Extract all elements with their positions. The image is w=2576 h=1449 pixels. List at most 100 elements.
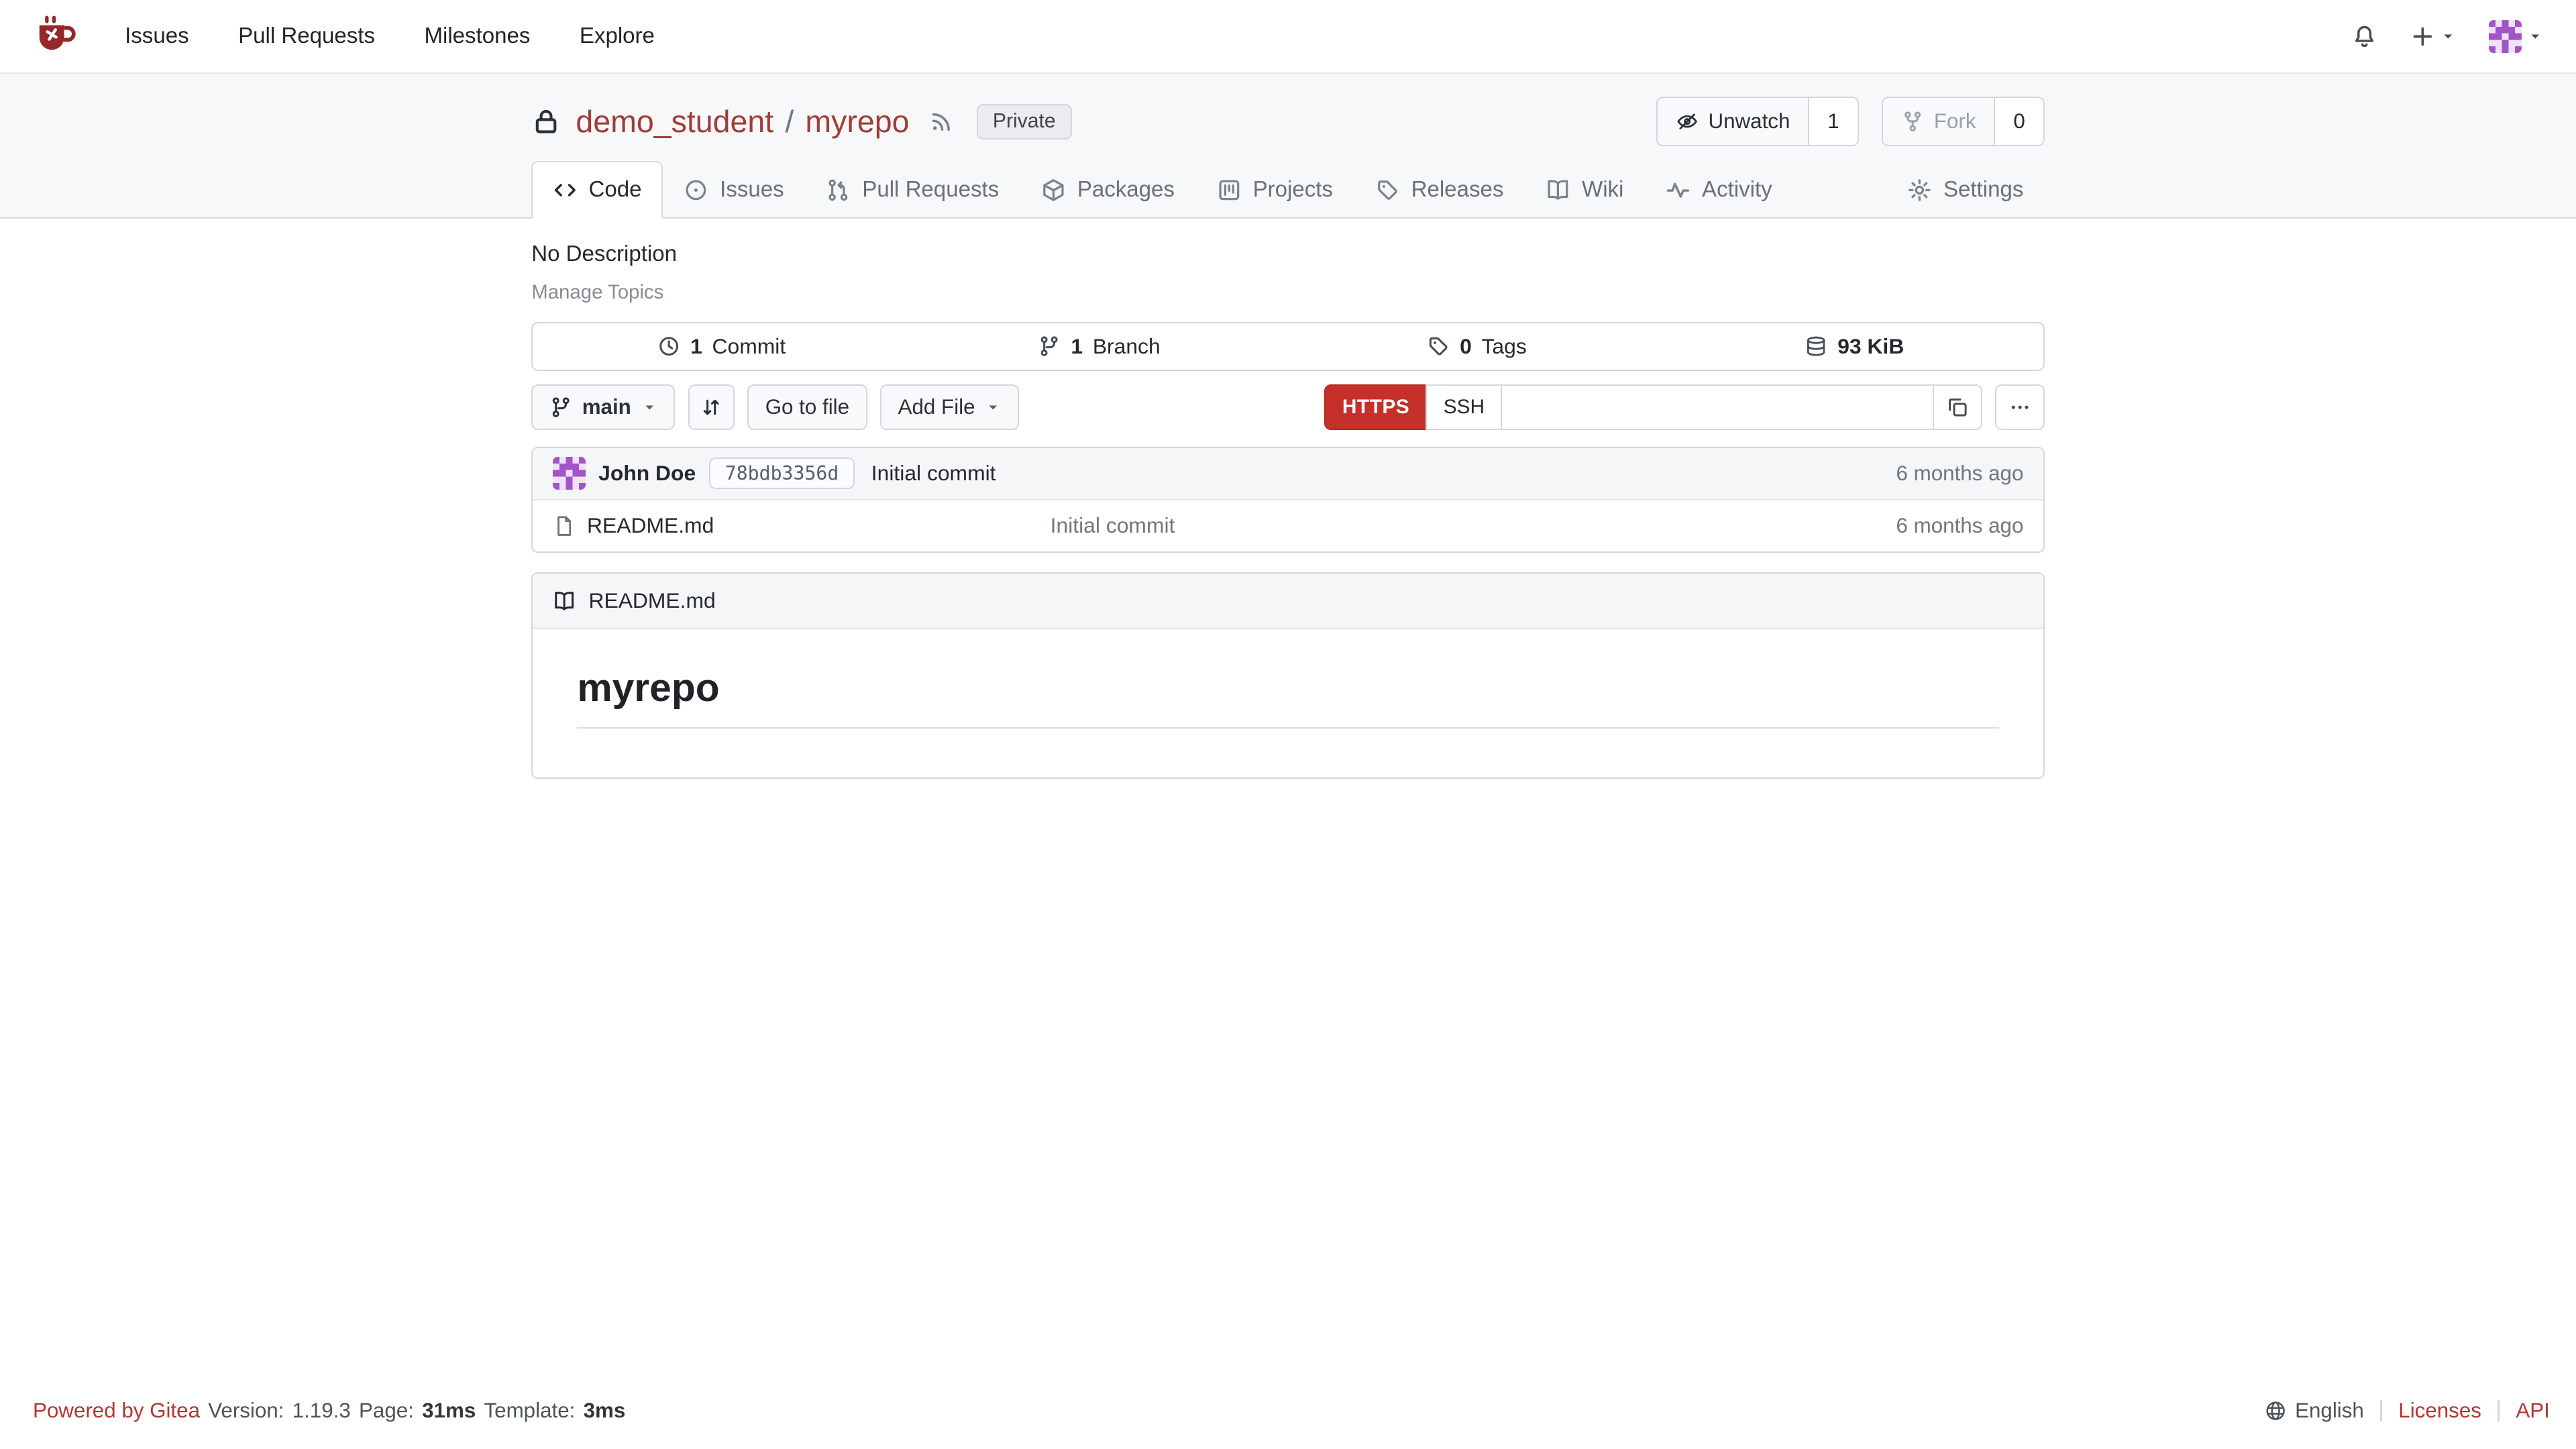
ssh-clone-button[interactable]: SSH bbox=[1426, 384, 1503, 431]
version-label: Version: bbox=[208, 1398, 284, 1422]
project-icon bbox=[1217, 178, 1242, 203]
rss-feed-icon[interactable] bbox=[929, 109, 954, 134]
manage-topics-link[interactable]: Manage Topics bbox=[531, 281, 663, 304]
forks-count[interactable]: 0 bbox=[1995, 97, 2045, 146]
unwatch-label: Unwatch bbox=[1708, 109, 1790, 133]
add-file-button[interactable]: Add File bbox=[880, 384, 1020, 431]
tab-pull-requests[interactable]: Pull Requests bbox=[805, 161, 1020, 219]
nav-pull-requests[interactable]: Pull Requests bbox=[213, 0, 399, 73]
repo-title: demo_student / myrepo bbox=[576, 103, 909, 140]
gitea-logo-icon[interactable] bbox=[33, 13, 80, 60]
package-icon bbox=[1041, 178, 1066, 203]
tags-stat[interactable]: 0 Tags bbox=[1288, 323, 1666, 370]
repo-actions: Unwatch 1 Fork 0 bbox=[1656, 97, 2045, 146]
compare-branches-button[interactable] bbox=[688, 384, 735, 431]
database-icon bbox=[1805, 335, 1827, 358]
readme-body: myrepo bbox=[533, 629, 2043, 778]
https-clone-button[interactable]: HTTPS bbox=[1324, 384, 1428, 431]
repo-header: demo_student / myrepo Private Unwatch 1 bbox=[0, 74, 2576, 219]
readme-filename: README.md bbox=[588, 588, 716, 613]
divider bbox=[2498, 1399, 2500, 1421]
watchers-count[interactable]: 1 bbox=[1809, 97, 1859, 146]
clone-url-input[interactable] bbox=[1501, 384, 1935, 431]
bell-icon bbox=[2351, 23, 2377, 50]
book-icon bbox=[1546, 178, 1570, 203]
nav-milestones[interactable]: Milestones bbox=[400, 0, 555, 73]
version-value: 1.19.3 bbox=[292, 1398, 351, 1422]
issue-opened-icon bbox=[684, 178, 708, 203]
commits-stat[interactable]: 1 Commit bbox=[533, 323, 910, 370]
user-menu[interactable] bbox=[2489, 20, 2543, 53]
language-selector[interactable]: English bbox=[2264, 1399, 2364, 1423]
readme-header: README.md bbox=[533, 574, 2043, 630]
more-operations-button[interactable] bbox=[1995, 384, 2045, 431]
copy-url-button[interactable] bbox=[1933, 384, 1982, 431]
commit-author-name[interactable]: John Doe bbox=[598, 461, 696, 486]
caret-down-icon bbox=[2440, 28, 2456, 44]
licenses-link[interactable]: Licenses bbox=[2398, 1399, 2481, 1423]
caret-down-icon bbox=[2527, 28, 2543, 44]
tag-icon bbox=[1375, 178, 1400, 203]
watch-group: Unwatch 1 bbox=[1656, 97, 1859, 146]
gear-icon bbox=[1907, 178, 1932, 203]
divider bbox=[2380, 1399, 2382, 1421]
caret-down-icon bbox=[985, 399, 1001, 415]
commit-message-link[interactable]: Initial commit bbox=[871, 461, 996, 486]
api-link[interactable]: API bbox=[2516, 1399, 2550, 1423]
repo-description: No Description bbox=[531, 241, 677, 267]
file-row: README.md Initial commit 6 months ago bbox=[533, 500, 2043, 551]
repo-size-stat: 93 KiB bbox=[1666, 323, 2043, 370]
latest-commit-row: John Doe 78bdb3356d Initial commit 6 mon… bbox=[533, 447, 2043, 500]
repo-name-link[interactable]: myrepo bbox=[805, 103, 909, 140]
template-time-value: 3ms bbox=[583, 1398, 626, 1422]
tab-code[interactable]: Code bbox=[531, 160, 663, 219]
unwatch-button[interactable]: Unwatch bbox=[1656, 97, 1810, 146]
commit-time: 6 months ago bbox=[1896, 461, 2024, 485]
repo-owner-link[interactable]: demo_student bbox=[576, 103, 773, 140]
file-list-panel: John Doe 78bdb3356d Initial commit 6 mon… bbox=[531, 446, 2045, 553]
readme-heading: myrepo bbox=[577, 665, 1999, 729]
tab-projects[interactable]: Projects bbox=[1195, 161, 1354, 219]
private-badge: Private bbox=[976, 103, 1072, 140]
nav-explore[interactable]: Explore bbox=[555, 0, 680, 73]
plus-icon bbox=[2410, 24, 2435, 49]
branches-stat[interactable]: 1 Branch bbox=[910, 323, 1288, 370]
fork-icon bbox=[1901, 110, 1924, 133]
gitea-page: Issues Pull Requests Milestones Explore … bbox=[0, 0, 2576, 1449]
file-icon bbox=[553, 515, 576, 537]
go-to-file-button[interactable]: Go to file bbox=[747, 384, 867, 431]
tab-wiki[interactable]: Wiki bbox=[1525, 161, 1645, 219]
fork-button[interactable]: Fork bbox=[1881, 97, 1996, 146]
commit-hash-badge[interactable]: 78bdb3356d bbox=[708, 458, 855, 490]
tab-settings[interactable]: Settings bbox=[1886, 161, 2045, 219]
template-time-label: Template: bbox=[484, 1398, 576, 1422]
user-avatar bbox=[2489, 20, 2522, 53]
file-name-link[interactable]: README.md bbox=[553, 513, 1051, 538]
tab-activity[interactable]: Activity bbox=[1645, 161, 1793, 219]
commit-author-avatar[interactable] bbox=[553, 457, 586, 490]
nav-issues[interactable]: Issues bbox=[100, 0, 213, 73]
globe-icon bbox=[2264, 1399, 2287, 1422]
notifications-button[interactable] bbox=[2351, 23, 2377, 50]
repo-title-row: demo_student / myrepo Private Unwatch 1 bbox=[531, 74, 2045, 146]
page-time-value: 31ms bbox=[422, 1398, 476, 1422]
tab-packages[interactable]: Packages bbox=[1020, 161, 1196, 219]
footer: Powered by Gitea Version: 1.19.3 Page: 3… bbox=[0, 1379, 2576, 1449]
top-navbar: Issues Pull Requests Milestones Explore bbox=[0, 0, 2576, 74]
footer-left: Powered by Gitea Version: 1.19.3 Page: 3… bbox=[33, 1399, 625, 1423]
eye-slash-icon bbox=[1676, 110, 1699, 133]
powered-by-gitea-link[interactable]: Powered by Gitea bbox=[33, 1399, 200, 1423]
tag-icon bbox=[1427, 335, 1450, 358]
caret-down-icon bbox=[641, 399, 657, 415]
tab-issues[interactable]: Issues bbox=[663, 161, 805, 219]
main-content: No Description Manage Topics 1 Commit 1 … bbox=[0, 219, 2576, 1379]
ellipsis-icon bbox=[2008, 396, 2031, 419]
branch-selector[interactable]: main bbox=[531, 384, 676, 431]
tab-releases[interactable]: Releases bbox=[1354, 161, 1524, 219]
footer-right: English Licenses API bbox=[2264, 1399, 2550, 1423]
file-commit-message-link[interactable]: Initial commit bbox=[1051, 513, 1896, 538]
create-new-menu[interactable] bbox=[2410, 24, 2457, 49]
compare-arrows-icon bbox=[700, 396, 722, 419]
git-branch-icon bbox=[549, 396, 572, 419]
readme-panel: README.md myrepo bbox=[531, 572, 2045, 780]
